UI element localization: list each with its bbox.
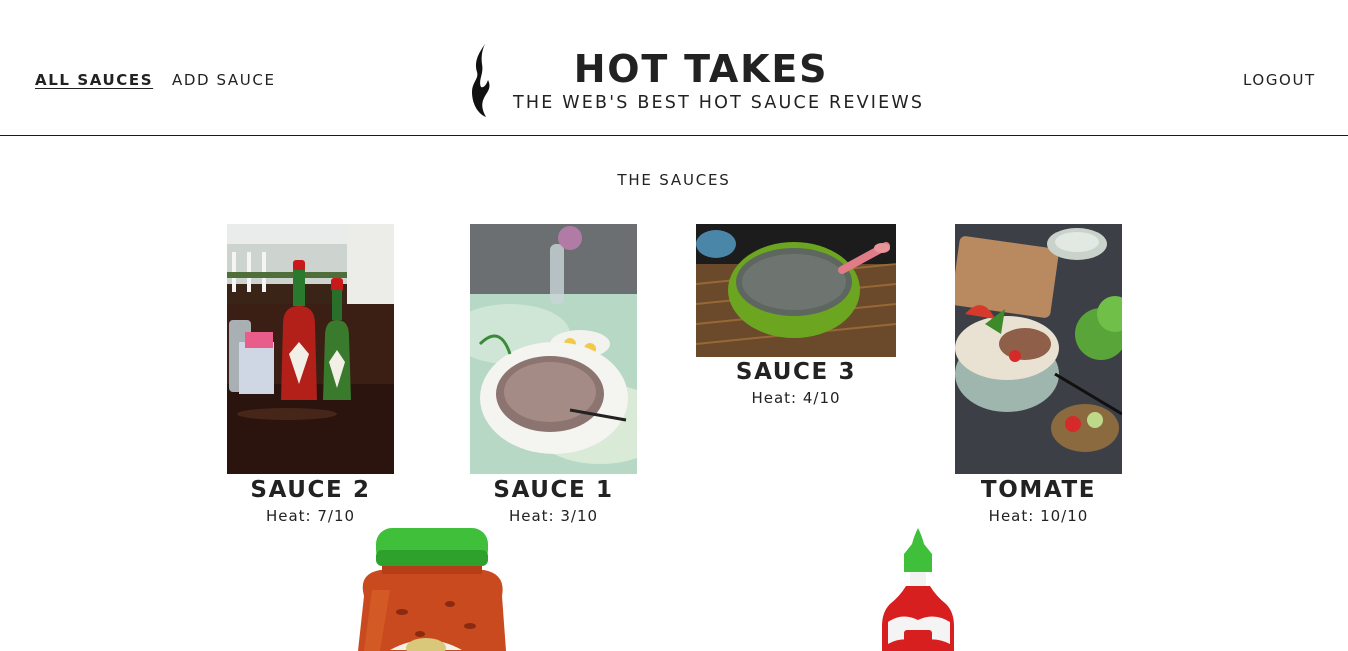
sauce-name: SAUCE 3 (735, 359, 857, 385)
sauce-card[interactable]: TOMATE Heat: 10/10 (955, 224, 1122, 525)
site-title: HOT TAKES (573, 47, 829, 91)
nav-all-sauces-link[interactable]: ALL SAUCES (35, 70, 153, 90)
nav-add-sauce-link[interactable]: ADD SAUCE (172, 70, 276, 90)
sriracha-bottle-illustration (882, 528, 954, 651)
salsa-jar-illustration (358, 528, 506, 651)
sauce-card[interactable]: SAUCE 1 Heat: 3/10 (470, 224, 637, 525)
sauce-heat: Heat: 7/10 (265, 507, 356, 525)
green-bowl-soup-photo[interactable] (696, 224, 896, 357)
sauce-name: SAUCE 2 (250, 477, 371, 503)
sauce-name: SAUCE 1 (493, 477, 614, 503)
sauce-card[interactable]: SAUCE 3 Heat: 4/10 (696, 224, 896, 414)
sauce-heat: Heat: 3/10 (508, 507, 599, 525)
sauces-section-title: THE SAUCES (617, 171, 731, 189)
porridge-bowl-photo[interactable] (470, 224, 637, 474)
sauce-name: TOMATE (980, 477, 1097, 503)
logout-link[interactable]: LOGOUT (1243, 70, 1316, 90)
noodle-soup-photo[interactable] (955, 224, 1122, 474)
tabasco-bottles-photo[interactable] (227, 224, 394, 474)
brand-logo: HOT TAKES THE WEB'S BEST HOT SAUCE REVIE… (462, 42, 925, 122)
sauce-card[interactable]: SAUCE 2 Heat: 7/10 (227, 224, 394, 525)
sauce-heat: Heat: 10/10 (988, 507, 1089, 525)
sauce-heat: Heat: 4/10 (751, 389, 841, 407)
site-tagline: THE WEB'S BEST HOT SAUCE REVIEWS (513, 93, 925, 113)
top-navigation-bar: ALL SAUCES ADD SAUCE HOT TAKES THE WEB'S… (0, 0, 1348, 136)
